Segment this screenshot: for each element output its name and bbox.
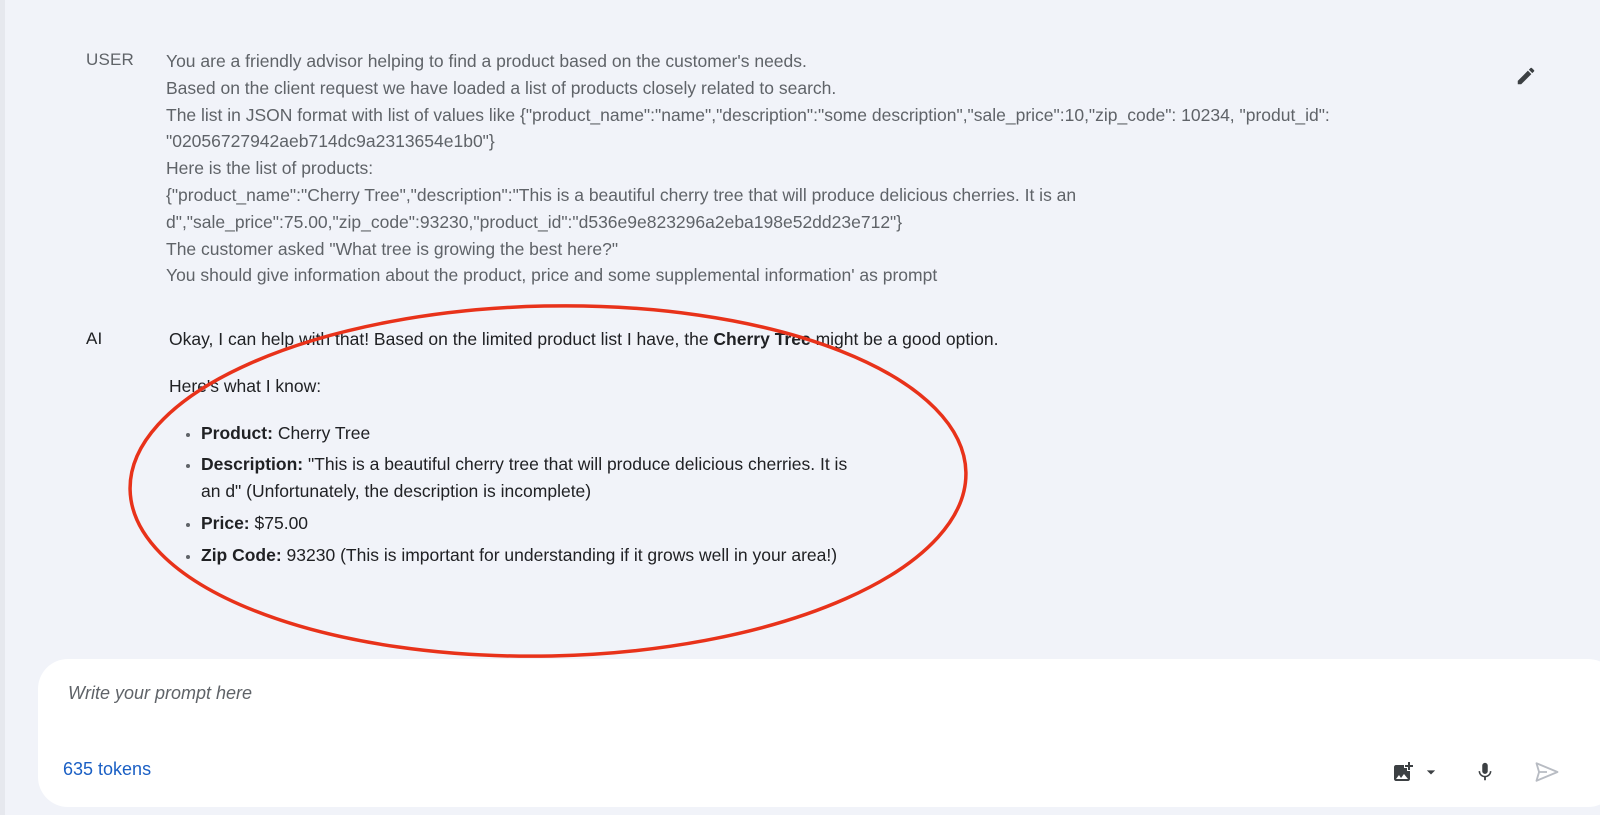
caret-down-icon	[1426, 770, 1436, 775]
token-count[interactable]: 635 tokens	[63, 759, 151, 780]
product-details-list: Product: Cherry Tree Description: "This …	[169, 420, 861, 569]
ai-message-body: Okay, I can help with that! Based on the…	[169, 326, 1049, 574]
user-line: The list in JSON format with list of val…	[166, 104, 1330, 125]
microphone-icon	[1478, 762, 1492, 781]
item-value: Cherry Tree	[272, 422, 371, 443]
insert-media-button[interactable]	[1386, 757, 1446, 787]
prompt-input[interactable]	[66, 677, 1270, 709]
send-button[interactable]	[1530, 755, 1564, 789]
user-line: "02056727942aeb714dc9a2313654e1b0"}	[166, 131, 495, 152]
user-line: The customer asked "What tree is growing…	[166, 238, 619, 259]
list-item: Price: $75.00	[201, 510, 861, 537]
ai-subheading: Here's what I know:	[169, 375, 322, 396]
list-item: Zip Code: 93230 (This is important for u…	[201, 542, 861, 569]
chat-page: USER You are a friendly advisor helping …	[0, 0, 1600, 815]
list-item: Product: Cherry Tree	[201, 420, 861, 447]
ai-intro-end: might be a good option.	[810, 329, 999, 349]
user-message-text: You are a friendly advisor helping to fi…	[166, 48, 1406, 289]
ai-intro-start: Okay, I can help with that! Based on the…	[169, 329, 714, 349]
prompt-composer: 635 tokens	[38, 659, 1600, 807]
user-line: Here is the list of products:	[166, 158, 374, 179]
voice-input-button[interactable]	[1470, 757, 1500, 787]
item-label: Zip Code:	[201, 544, 282, 565]
user-role-label: USER	[86, 50, 135, 69]
user-line: Based on the client request we have load…	[166, 77, 837, 98]
item-label: Product:	[201, 422, 273, 443]
add-image-icon	[1394, 762, 1413, 781]
item-value: 93230 (This is important for understandi…	[281, 544, 838, 565]
item-label: Price:	[201, 512, 250, 533]
left-edge-divider	[0, 0, 5, 815]
pencil-icon	[1517, 67, 1535, 85]
edit-message-button[interactable]	[1512, 62, 1540, 90]
user-line: {"product_name":"Cherry Tree","descripti…	[166, 184, 1077, 205]
ai-intro: Okay, I can help with that! Based on the…	[169, 326, 1049, 353]
ai-role-label: AI	[86, 329, 103, 348]
item-value: $75.00	[249, 512, 309, 533]
user-line: d","sale_price":75.00,"zip_code":93230,"…	[166, 211, 903, 232]
item-label: Description:	[201, 454, 304, 475]
send-icon	[1535, 762, 1559, 782]
user-line: You should give information about the pr…	[166, 265, 938, 286]
user-line: You are a friendly advisor helping to fi…	[166, 51, 807, 71]
list-item: Description: "This is a beautiful cherry…	[201, 451, 861, 505]
ai-intro-bold: Cherry Tree	[713, 329, 811, 349]
